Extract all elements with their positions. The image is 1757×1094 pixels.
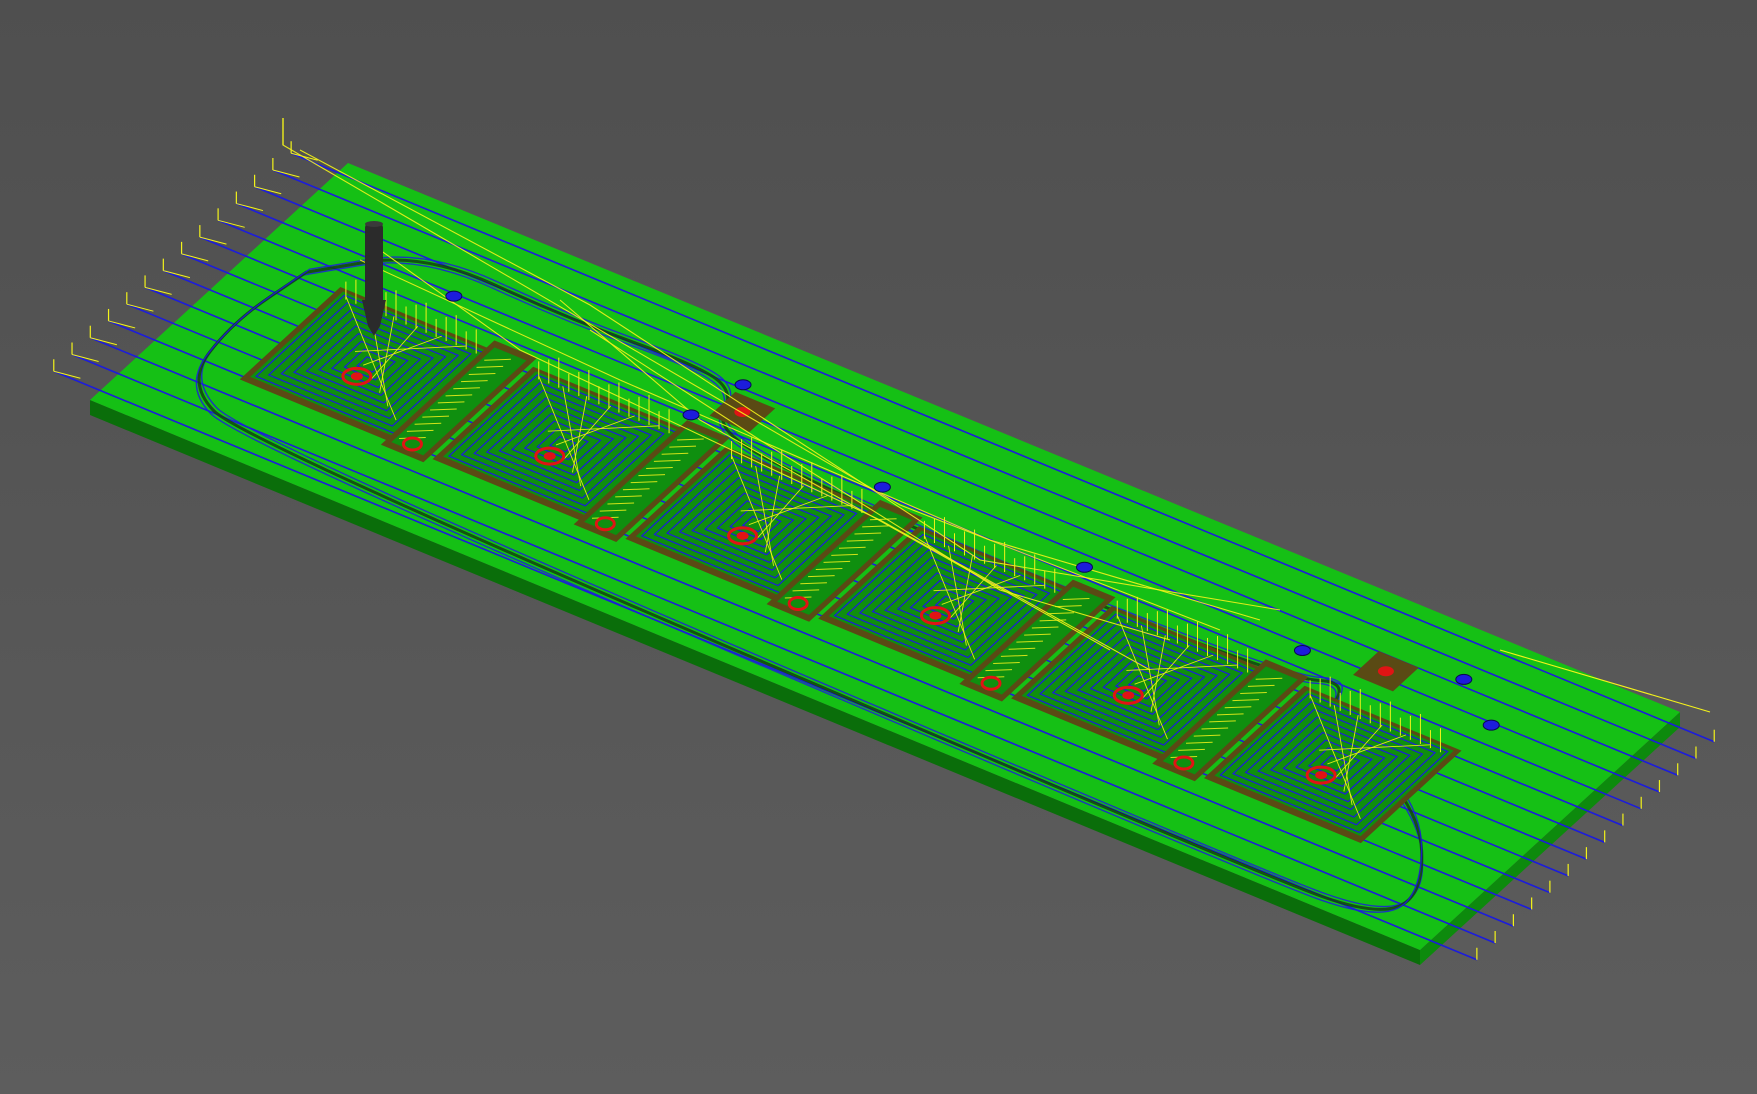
tool-top-cap xyxy=(365,221,383,227)
drill-hole xyxy=(1075,561,1093,573)
plunge-center xyxy=(543,452,556,461)
tool-shank xyxy=(365,222,383,310)
plunge-center xyxy=(1315,771,1328,780)
plunge-center xyxy=(929,611,942,620)
plunge-center xyxy=(736,531,749,540)
plunge-center xyxy=(350,372,363,381)
toolpath-scene[interactable] xyxy=(0,0,1757,1094)
drill-hole xyxy=(445,290,463,302)
drill-hole xyxy=(1482,719,1500,731)
simulation-viewport[interactable] xyxy=(0,0,1757,1094)
drill-hole xyxy=(734,379,752,391)
drill-hole xyxy=(682,409,700,421)
drill-hole xyxy=(1455,673,1473,685)
drill-hole xyxy=(1293,644,1311,656)
small-pocket-plunge xyxy=(1377,666,1394,677)
plunge-center xyxy=(1122,691,1135,700)
drill-hole xyxy=(873,481,891,493)
